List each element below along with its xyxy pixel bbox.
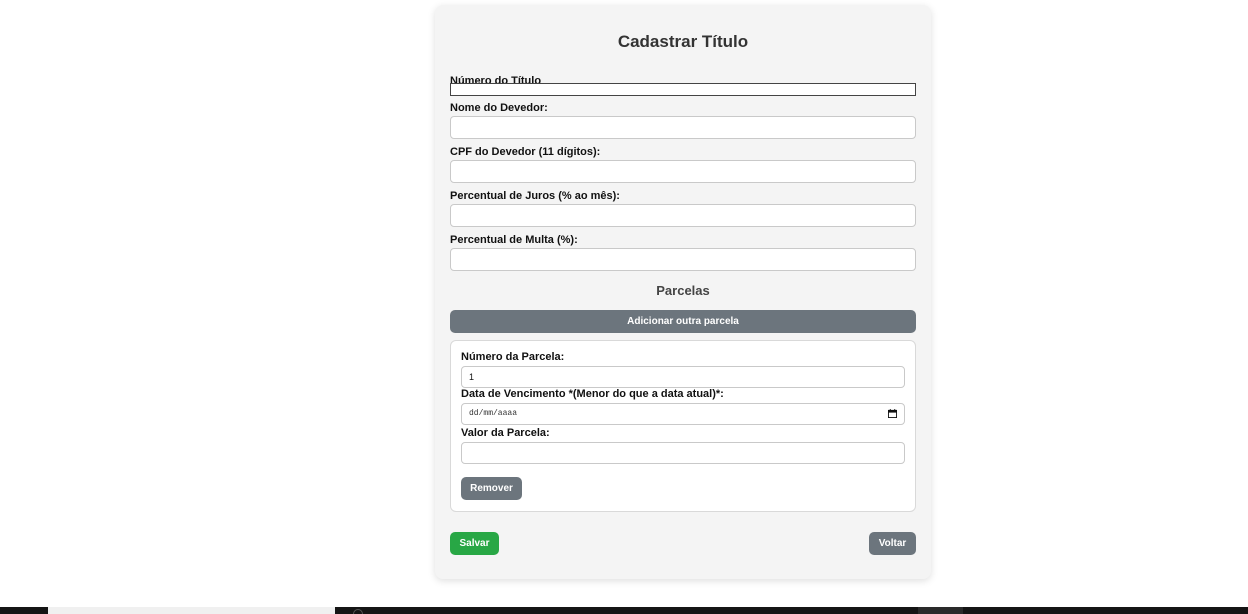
add-parcela-button[interactable]: Adicionar outra parcela xyxy=(450,310,916,333)
page-title: Cadastrar Título xyxy=(617,32,749,51)
cadastro-form-card: Cadastrar Título Número do Título Nome d… xyxy=(435,5,931,579)
search-icon xyxy=(353,609,363,614)
parcela-item: Número da Parcela: 1 Data de Vencimento … xyxy=(450,340,916,512)
multa-input[interactable] xyxy=(450,248,916,271)
calendar-icon[interactable] xyxy=(888,409,897,418)
save-button[interactable]: Salvar xyxy=(450,532,499,555)
numero-parcela-input[interactable]: 1 xyxy=(461,366,905,388)
juros-input[interactable] xyxy=(450,204,916,227)
cpf-devedor-label: CPF do Devedor (11 dígitos): xyxy=(450,146,601,158)
juros-label: Percentual de Juros (% ao mês): xyxy=(450,190,620,202)
numero-titulo-input[interactable] xyxy=(450,83,916,96)
multa-label: Percentual de Multa (%): xyxy=(450,234,578,246)
vencimento-date-input[interactable]: dd/mm/aaaa xyxy=(461,403,905,425)
vencimento-placeholder: dd/mm/aaaa xyxy=(469,409,518,418)
nome-devedor-input[interactable] xyxy=(450,116,916,139)
valor-parcela-input[interactable] xyxy=(461,442,905,464)
vencimento-label: Data de Vencimento *(Menor do que a data… xyxy=(461,388,724,400)
remove-parcela-button[interactable]: Remover xyxy=(461,477,522,500)
taskbar-app-button[interactable] xyxy=(918,607,963,614)
taskbar-search-box[interactable] xyxy=(48,607,363,614)
cpf-devedor-input[interactable] xyxy=(450,160,916,183)
nome-devedor-label: Nome do Devedor: xyxy=(450,102,548,114)
parcelas-section-title: Parcelas xyxy=(656,283,710,298)
page: Cadastrar Título Número do Título Nome d… xyxy=(0,0,1248,614)
taskbar xyxy=(0,607,1248,614)
numero-parcela-value: 1 xyxy=(469,372,475,382)
numero-parcela-label: Número da Parcela: xyxy=(461,351,565,363)
back-button[interactable]: Voltar xyxy=(869,532,916,555)
valor-parcela-label: Valor da Parcela: xyxy=(461,427,550,439)
